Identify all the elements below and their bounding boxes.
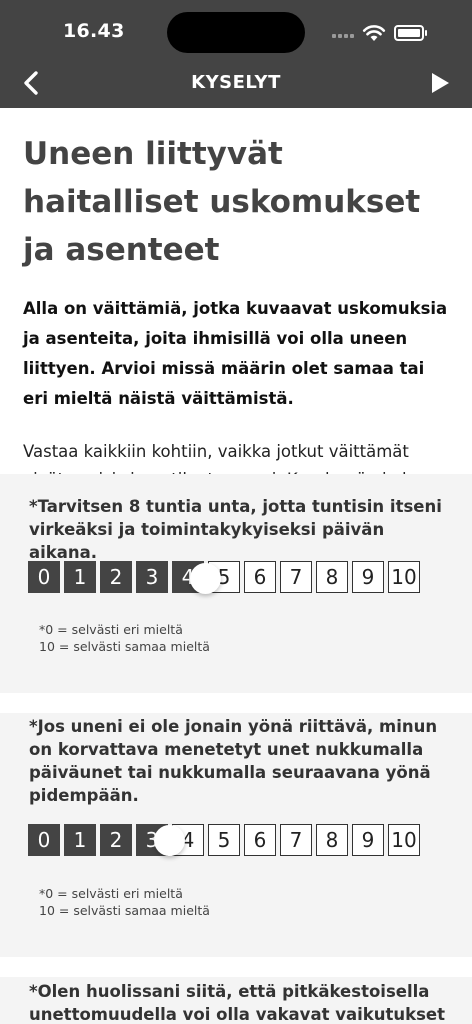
- rating-scale[interactable]: 0 1 2 3 4 5 6 7 8 9 10: [28, 561, 424, 593]
- scale-option-7[interactable]: 7: [280, 824, 312, 856]
- scale-option-9[interactable]: 9: [352, 561, 384, 593]
- scale-option-0[interactable]: 0: [28, 824, 60, 856]
- question-text: *Olen huolissani siitä, että pitkäkestoi…: [29, 982, 445, 1024]
- scale-option-10[interactable]: 10: [388, 561, 420, 593]
- status-icons: [332, 24, 432, 42]
- question-card: *Olen huolissani siitä, että pitkäkestoi…: [0, 977, 472, 1024]
- wifi-icon: [362, 25, 386, 41]
- scale-option-8[interactable]: 8: [316, 561, 348, 593]
- scale-option-0[interactable]: 0: [28, 561, 60, 593]
- scale-option-9[interactable]: 9: [352, 824, 384, 856]
- scale-option-6[interactable]: 6: [244, 824, 276, 856]
- slider-knob[interactable]: [154, 825, 185, 856]
- scale-option-5[interactable]: 5: [208, 824, 240, 856]
- scale-option-6[interactable]: 6: [244, 561, 276, 593]
- scale-option-3[interactable]: 3: [136, 561, 168, 593]
- scale-legend: *0 = selvästi eri mieltä 10 = selvästi s…: [39, 885, 210, 919]
- scale-option-1[interactable]: 1: [64, 824, 96, 856]
- play-icon[interactable]: [430, 72, 450, 94]
- battery-icon: [394, 25, 427, 41]
- scale-legend: *0 = selvästi eri mieltä 10 = selvästi s…: [39, 621, 210, 655]
- legend-low: *0 = selvästi eri mieltä: [39, 886, 183, 901]
- scale-option-2[interactable]: 2: [100, 824, 132, 856]
- legend-low: *0 = selvästi eri mieltä: [39, 622, 183, 637]
- scale-option-8[interactable]: 8: [316, 824, 348, 856]
- scale-option-1[interactable]: 1: [64, 561, 96, 593]
- slider-knob[interactable]: [190, 563, 221, 594]
- question-card: *Tarvitsen 8 tuntia unta, jotta tuntisin…: [0, 474, 472, 693]
- scale-option-7[interactable]: 7: [280, 561, 312, 593]
- signal-icon: [332, 30, 356, 38]
- question-card: *Jos uneni ei ole jonain yönä riittävä, …: [0, 713, 472, 957]
- rating-scale[interactable]: 0 1 2 3 4 5 6 7 8 9 10: [28, 824, 424, 856]
- top-bar: 16.43 KYSELYT: [0, 0, 472, 108]
- dynamic-island: [167, 12, 305, 53]
- legend-high: 10 = selvästi samaa mieltä: [39, 639, 210, 654]
- question-text: *Jos uneni ei ole jonain yönä riittävä, …: [29, 717, 438, 805]
- page-header-title: KYSELYT: [191, 72, 281, 93]
- question-text: *Tarvitsen 8 tuntia unta, jotta tuntisin…: [29, 497, 442, 562]
- scale-option-2[interactable]: 2: [100, 561, 132, 593]
- status-time: 16.43: [63, 20, 125, 42]
- intro-section: Uneen liittyvät haitalliset uskomukset j…: [23, 130, 453, 522]
- lead-text: Alla on väittämiä, jotka kuvaavat uskomu…: [23, 299, 448, 408]
- legend-high: 10 = selvästi samaa mieltä: [39, 903, 210, 918]
- scale-option-10[interactable]: 10: [388, 824, 420, 856]
- page-title: Uneen liittyvät haitalliset uskomukset j…: [23, 136, 421, 268]
